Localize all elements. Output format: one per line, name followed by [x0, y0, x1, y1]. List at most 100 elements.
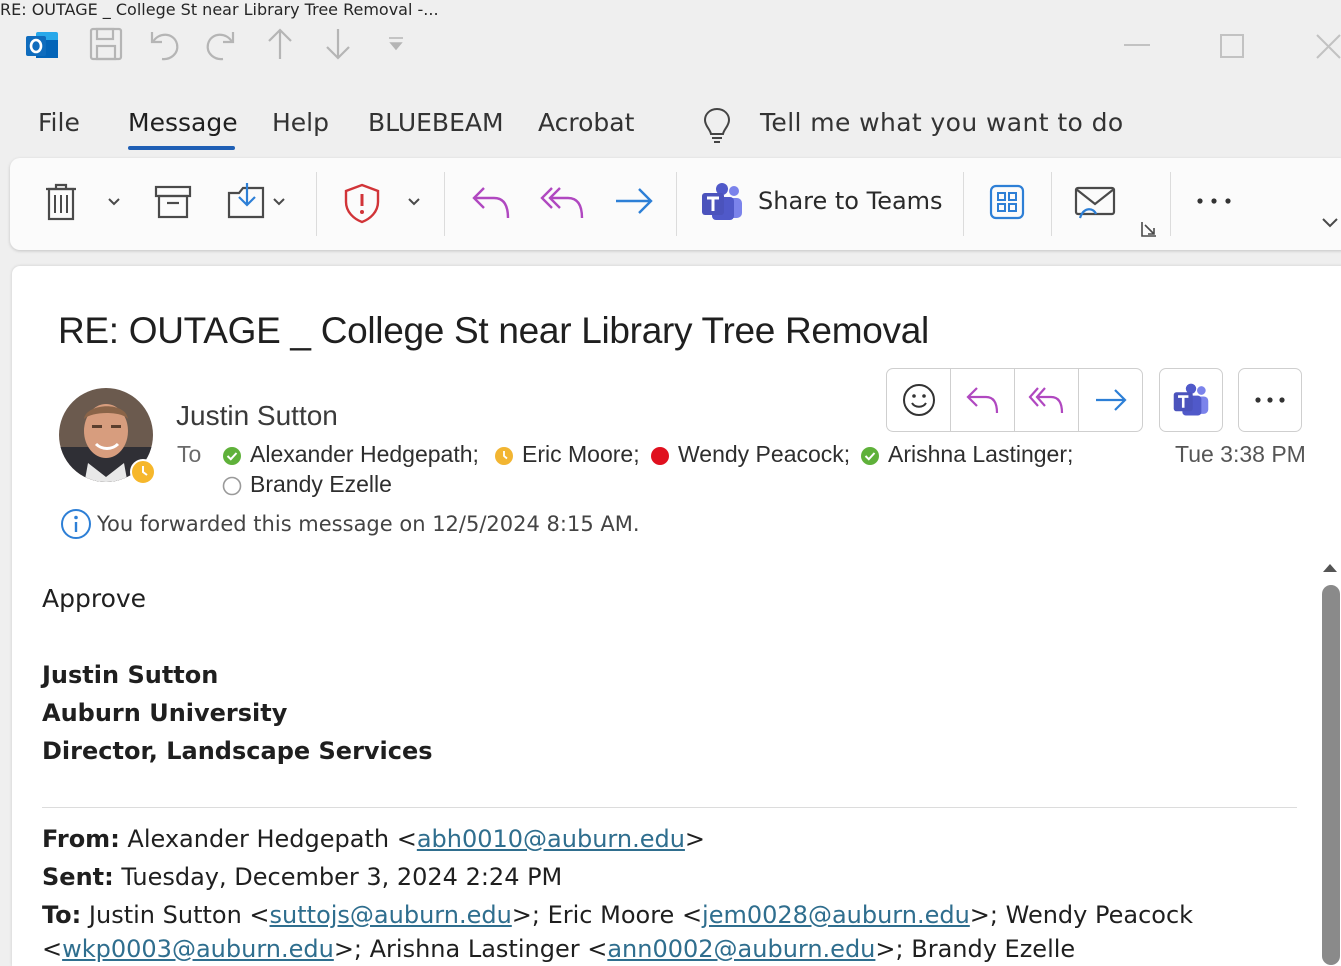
delete-dropdown-chevron-icon[interactable]	[106, 194, 122, 210]
react-emoji-button[interactable]	[887, 369, 951, 431]
recipient-arishna-lastinger[interactable]: Arishna Lastinger;	[888, 441, 1073, 468]
to-email-link[interactable]: suttojs@auburn.edu	[270, 901, 512, 929]
from-close: >	[684, 825, 706, 853]
more-options-icon	[1255, 397, 1285, 403]
to-email-link[interactable]: ann0002@auburn.edu	[607, 935, 875, 963]
move-dropdown-chevron-icon[interactable]	[271, 194, 287, 210]
quoted-from-line: From: Alexander Hedgepath <abh0010@aubur…	[42, 825, 705, 853]
archive-icon[interactable]	[154, 184, 192, 220]
reply-all-button[interactable]	[1015, 369, 1079, 431]
body-approve-text: Approve	[42, 584, 147, 613]
forward-button[interactable]	[1079, 369, 1142, 431]
away-status-icon	[130, 459, 156, 485]
reply-action-group	[886, 368, 1143, 432]
menu-message[interactable]: Message	[128, 108, 238, 137]
email-subject: RE: OUTAGE _ College St near Library Tre…	[58, 310, 929, 351]
delete-trash-icon[interactable]	[44, 182, 78, 222]
sender-name[interactable]: Justin Sutton	[176, 400, 338, 432]
available-status-icon	[860, 446, 880, 466]
from-name: Alexander Hedgepath <	[119, 825, 417, 853]
reply-all-icon[interactable]	[540, 182, 586, 222]
previous-item-icon[interactable]	[262, 26, 298, 62]
menu-acrobat[interactable]: Acrobat	[538, 108, 634, 137]
ribbon-expand-chevron-icon[interactable]	[1320, 214, 1340, 230]
reply-button[interactable]	[951, 369, 1015, 431]
reply-icon	[965, 387, 998, 414]
mail-sync-icon[interactable]	[1074, 184, 1116, 222]
forwarded-info-banner: You forwarded this message on 12/5/2024 …	[97, 512, 640, 536]
sent-label: Sent:	[42, 863, 114, 891]
to-text: Justin Sutton <	[81, 901, 270, 929]
recipient-wendy-peacock[interactable]: Wendy Peacock;	[678, 441, 850, 468]
ribbon-separator	[444, 172, 445, 236]
move-icon[interactable]	[225, 181, 269, 221]
busy-status-icon	[650, 446, 670, 466]
from-email-link[interactable]: abh0010@auburn.edu	[417, 825, 685, 853]
share-to-teams-button[interactable]: Share to Teams	[758, 187, 943, 215]
quoted-to-line: To: Justin Sutton <suttojs@auburn.edu>; …	[42, 901, 1193, 929]
menu-bluebeam[interactable]: BLUEBEAM	[368, 108, 504, 137]
redo-icon[interactable]	[203, 26, 239, 62]
available-status-icon	[222, 446, 242, 466]
reply-icon[interactable]	[470, 182, 512, 222]
apps-grid-icon[interactable]	[989, 184, 1025, 220]
to-text: >; Eric Moore <	[511, 901, 703, 929]
window-title: RE: OUTAGE _ College St near Library Tre…	[0, 0, 439, 19]
away-status-icon	[494, 446, 514, 466]
teams-chat-button[interactable]	[1159, 368, 1223, 432]
signature-title: Director, Landscape Services	[42, 737, 433, 765]
quoted-divider	[42, 807, 1297, 808]
more-actions-button[interactable]	[1238, 368, 1302, 432]
scroll-up-arrow-icon[interactable]	[1322, 561, 1338, 573]
to-email-link[interactable]: jem0028@auburn.edu	[702, 901, 970, 929]
to-text: >; Brandy Ezelle	[875, 935, 1076, 963]
teams-icon[interactable]	[700, 182, 744, 222]
outlook-logo-icon	[24, 28, 60, 64]
lightbulb-icon	[703, 106, 731, 144]
offline-status-icon	[222, 476, 242, 496]
quoted-sent-line: Sent: Tuesday, December 3, 2024 2:24 PM	[42, 863, 562, 891]
reply-all-icon	[1028, 387, 1063, 414]
customize-toolbar-icon[interactable]	[386, 26, 406, 62]
active-tab-indicator	[128, 146, 235, 150]
minimize-icon[interactable]	[1124, 44, 1150, 48]
menu-file[interactable]: File	[38, 108, 80, 137]
dialog-launcher-icon[interactable]	[1140, 220, 1158, 238]
to-text: <	[42, 935, 63, 963]
tell-me-search[interactable]: Tell me what you want to do	[760, 108, 1124, 137]
undo-icon[interactable]	[146, 26, 182, 62]
report-dropdown-chevron-icon[interactable]	[406, 194, 422, 210]
recipient-brandy-ezelle[interactable]: Brandy Ezelle	[250, 471, 392, 498]
more-options-icon[interactable]	[1196, 196, 1236, 206]
recipient-alexander-hedgepath[interactable]: Alexander Hedgepath;	[250, 441, 479, 468]
quoted-to-line-continued: <wkp0003@auburn.edu>; Arishna Lastinger …	[42, 935, 1075, 963]
menu-help[interactable]: Help	[272, 108, 329, 137]
ribbon-separator	[1170, 172, 1171, 236]
from-label: From:	[42, 825, 120, 853]
smiley-icon	[902, 384, 935, 416]
next-item-icon[interactable]	[320, 26, 356, 62]
signature-organization: Auburn University	[42, 699, 288, 727]
to-label: To	[177, 441, 202, 467]
teams-icon	[1173, 383, 1209, 416]
signature-name: Justin Sutton	[42, 661, 219, 689]
ribbon-separator	[963, 172, 964, 236]
recipient-eric-moore[interactable]: Eric Moore;	[522, 441, 640, 468]
ribbon-separator	[316, 172, 317, 236]
save-icon[interactable]	[88, 26, 124, 62]
info-icon	[60, 508, 92, 540]
ribbon-separator	[676, 172, 677, 236]
forward-icon	[1095, 389, 1127, 411]
close-icon[interactable]	[1316, 34, 1341, 59]
ribbon-separator	[1051, 172, 1052, 236]
sent-value: Tuesday, December 3, 2024 2:24 PM	[113, 863, 563, 891]
scrollbar-thumb[interactable]	[1322, 585, 1340, 965]
report-shield-icon[interactable]	[343, 182, 381, 224]
to-text: >; Wendy Peacock	[969, 901, 1194, 929]
to-email-link[interactable]: wkp0003@auburn.edu	[62, 935, 334, 963]
email-timestamp: Tue 3:38 PM	[1175, 441, 1306, 467]
to-label-quoted: To:	[42, 901, 82, 929]
maximize-icon[interactable]	[1220, 34, 1244, 58]
forward-icon[interactable]	[613, 184, 655, 218]
to-text: >; Arishna Lastinger <	[333, 935, 608, 963]
